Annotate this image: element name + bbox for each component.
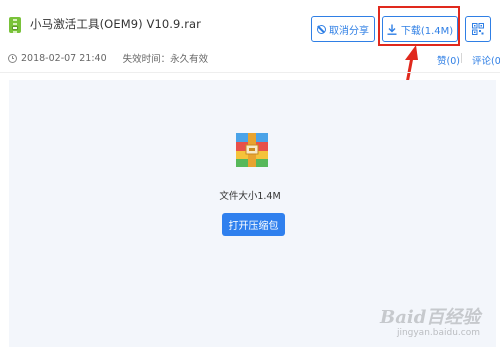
expiry-time: 失效时间：永久有效 bbox=[122, 54, 209, 65]
upload-time: 2018-02-07 21:40 bbox=[21, 52, 107, 64]
comment-link[interactable]: 评论(0) bbox=[472, 53, 500, 67]
watermark: Baid百经验 jingyan.baidu.com bbox=[380, 303, 480, 343]
watermark-logo: Baid百经验 bbox=[380, 307, 481, 328]
watermark-url: jingyan.baidu.com bbox=[396, 328, 480, 338]
file-meta: 2018-02-07 21:40 失效时间：永久有效 bbox=[8, 51, 208, 65]
header-divider bbox=[0, 72, 500, 73]
qr-code-icon bbox=[472, 23, 484, 35]
like-link[interactable]: 赞(0) bbox=[437, 53, 460, 67]
highlight-box bbox=[378, 6, 460, 46]
file-size-label: 文件大小1.4M bbox=[219, 191, 281, 202]
archive-icon bbox=[236, 133, 268, 167]
file-name: 小马激活工具(OEM9) V10.9.rar bbox=[30, 17, 202, 31]
cancel-share-label: 取消分享 bbox=[329, 25, 369, 37]
cancel-share-button[interactable]: 取消分享 bbox=[311, 16, 375, 42]
archive-file-icon bbox=[9, 17, 21, 33]
qr-code-button[interactable] bbox=[465, 16, 491, 42]
cancel-icon bbox=[317, 24, 326, 34]
link-divider bbox=[461, 53, 462, 63]
clock-icon bbox=[8, 53, 17, 63]
open-archive-button[interactable]: 打开压缩包 bbox=[222, 213, 285, 236]
